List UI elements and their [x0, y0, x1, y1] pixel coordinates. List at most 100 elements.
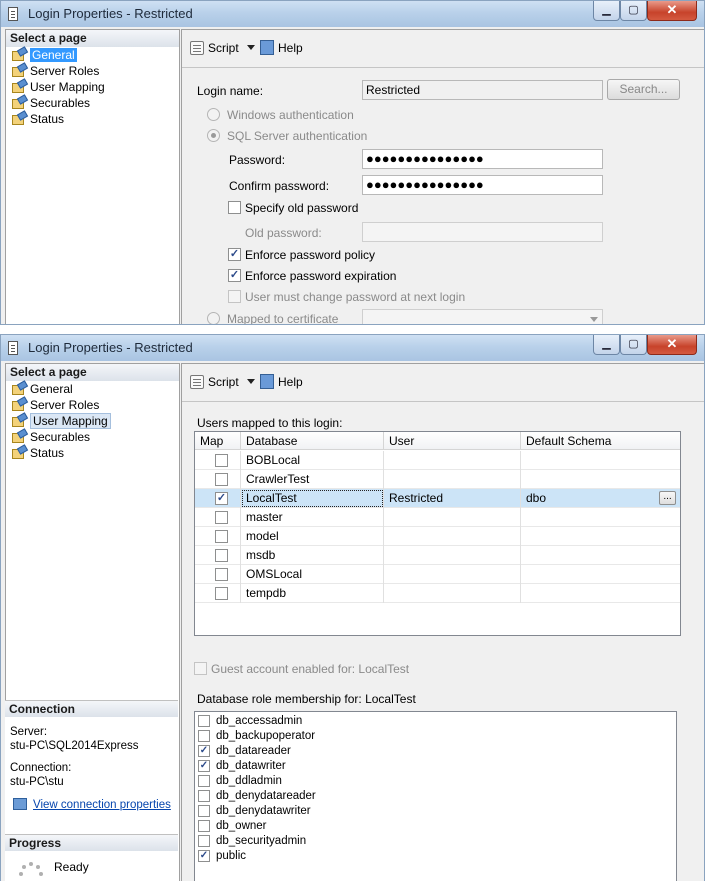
nav-securables[interactable]: Securables: [6, 429, 179, 445]
chevron-down-icon[interactable]: [246, 45, 255, 50]
role-item-db-denydatareader[interactable]: db_denydatareader: [198, 789, 316, 804]
map-checkbox[interactable]: [215, 549, 228, 562]
windows-auth-radio[interactable]: [207, 108, 220, 121]
table-row[interactable]: OMSLocal: [195, 565, 680, 584]
map-checkbox[interactable]: ✓: [215, 492, 228, 505]
user-cell[interactable]: [384, 470, 521, 489]
table-row[interactable]: msdb: [195, 546, 680, 565]
chevron-down-icon[interactable]: [246, 379, 255, 384]
role-checkbox[interactable]: ✓: [198, 745, 210, 757]
role-checkbox[interactable]: ✓: [198, 850, 210, 862]
table-row[interactable]: master: [195, 508, 680, 527]
role-item-db-owner[interactable]: db_owner: [198, 819, 267, 834]
col-default-schema[interactable]: Default Schema: [521, 432, 680, 450]
enforce-policy-checkbox[interactable]: ✓: [228, 248, 241, 261]
map-checkbox[interactable]: [215, 530, 228, 543]
enforce-expiration-label: Enforce password expiration: [245, 269, 397, 283]
role-checkbox[interactable]: [198, 805, 210, 817]
role-checkbox[interactable]: ✓: [198, 760, 210, 772]
user-cell[interactable]: [384, 527, 521, 546]
role-item-db-denydatawriter[interactable]: db_denydatawriter: [198, 804, 311, 819]
col-user[interactable]: User: [384, 432, 521, 450]
role-item-public[interactable]: ✓ public: [198, 849, 246, 864]
view-connection-properties-link[interactable]: View connection properties: [13, 798, 171, 811]
user-cell[interactable]: [384, 546, 521, 565]
help-button[interactable]: Help: [260, 40, 303, 56]
default-schema-cell[interactable]: [521, 565, 680, 584]
mapped-cert-radio[interactable]: [207, 312, 220, 324]
role-item-db-datawriter[interactable]: ✓ db_datawriter: [198, 759, 286, 774]
map-checkbox[interactable]: [215, 454, 228, 467]
role-item-db-ddladmin[interactable]: db_ddladmin: [198, 774, 282, 789]
role-checkbox[interactable]: [198, 835, 210, 847]
role-checkbox[interactable]: [198, 820, 210, 832]
nav-status[interactable]: Status: [6, 111, 179, 127]
map-checkbox[interactable]: [215, 511, 228, 524]
specify-old-password-checkbox[interactable]: [228, 201, 241, 214]
col-map[interactable]: Map: [195, 432, 241, 450]
map-checkbox[interactable]: [215, 587, 228, 600]
role-checkbox[interactable]: [198, 715, 210, 727]
map-checkbox[interactable]: [215, 473, 228, 486]
user-cell[interactable]: Restricted: [384, 489, 521, 508]
title-bar[interactable]: Login Properties - Restricted ▁ ▢ ✕: [1, 335, 704, 361]
sql-auth-radio[interactable]: [207, 129, 220, 142]
table-row[interactable]: tempdb: [195, 584, 680, 603]
enforce-expiration-checkbox[interactable]: ✓: [228, 269, 241, 282]
nav-general[interactable]: General: [6, 47, 179, 63]
guest-account-checkbox[interactable]: [194, 662, 207, 675]
nav-securables[interactable]: Securables: [6, 95, 179, 111]
close-button[interactable]: ✕: [647, 335, 697, 355]
script-button[interactable]: Script: [190, 40, 255, 56]
default-schema-cell[interactable]: [521, 508, 680, 527]
nav-server-roles[interactable]: Server Roles: [6, 63, 179, 79]
table-row[interactable]: ✓ LocalTest Restricted dbo...: [195, 489, 680, 508]
role-label: db_ddladmin: [216, 775, 282, 787]
script-button[interactable]: Script: [190, 374, 255, 390]
table-row[interactable]: CrawlerTest: [195, 470, 680, 489]
title-bar[interactable]: Login Properties - Restricted ▁ ▢ ✕: [1, 1, 704, 27]
table-row[interactable]: model: [195, 527, 680, 546]
close-button[interactable]: ✕: [647, 1, 697, 21]
user-cell[interactable]: [384, 451, 521, 470]
nav-general[interactable]: General: [6, 381, 179, 397]
default-schema-cell[interactable]: dbo: [521, 489, 680, 508]
nav-server-roles[interactable]: Server Roles: [6, 397, 179, 413]
login-name-field[interactable]: Restricted: [362, 80, 603, 100]
minimize-button[interactable]: ▁: [593, 335, 620, 355]
role-checkbox[interactable]: [198, 790, 210, 802]
confirm-password-field[interactable]: ●●●●●●●●●●●●●●●: [362, 175, 603, 195]
must-change-checkbox[interactable]: [228, 290, 241, 303]
default-schema-cell[interactable]: [521, 584, 680, 603]
default-schema-cell[interactable]: [521, 546, 680, 565]
maximize-button[interactable]: ▢: [620, 335, 647, 355]
user-cell[interactable]: [384, 508, 521, 527]
connection-header: Connection: [5, 700, 178, 717]
table-row[interactable]: BOBLocal: [195, 451, 680, 470]
certificate-dropdown[interactable]: [362, 309, 603, 324]
user-cell[interactable]: [384, 565, 521, 584]
role-item-db-securityadmin[interactable]: db_securityadmin: [198, 834, 306, 849]
nav-status[interactable]: Status: [6, 445, 179, 461]
maximize-button[interactable]: ▢: [620, 1, 647, 21]
role-item-db-accessadmin[interactable]: db_accessadmin: [198, 714, 302, 729]
nav-user-mapping[interactable]: User Mapping: [6, 413, 179, 429]
browse-schema-button[interactable]: ...: [659, 491, 676, 505]
help-button[interactable]: Help: [260, 374, 303, 390]
old-password-field[interactable]: [362, 222, 603, 242]
default-schema-cell[interactable]: [521, 451, 680, 470]
search-button[interactable]: Search...: [607, 79, 680, 100]
map-checkbox[interactable]: [215, 568, 228, 581]
minimize-button[interactable]: ▁: [593, 1, 620, 21]
role-checkbox[interactable]: [198, 775, 210, 787]
col-database[interactable]: Database: [241, 432, 384, 450]
login-name-label: Login name:: [197, 84, 264, 98]
role-item-db-backupoperator[interactable]: db_backupoperator: [198, 729, 315, 744]
role-checkbox[interactable]: [198, 730, 210, 742]
default-schema-cell[interactable]: [521, 470, 680, 489]
role-item-db-datareader[interactable]: ✓ db_datareader: [198, 744, 291, 759]
nav-user-mapping[interactable]: User Mapping: [6, 79, 179, 95]
password-field[interactable]: ●●●●●●●●●●●●●●●: [362, 149, 603, 169]
default-schema-cell[interactable]: [521, 527, 680, 546]
user-cell[interactable]: [384, 584, 521, 603]
